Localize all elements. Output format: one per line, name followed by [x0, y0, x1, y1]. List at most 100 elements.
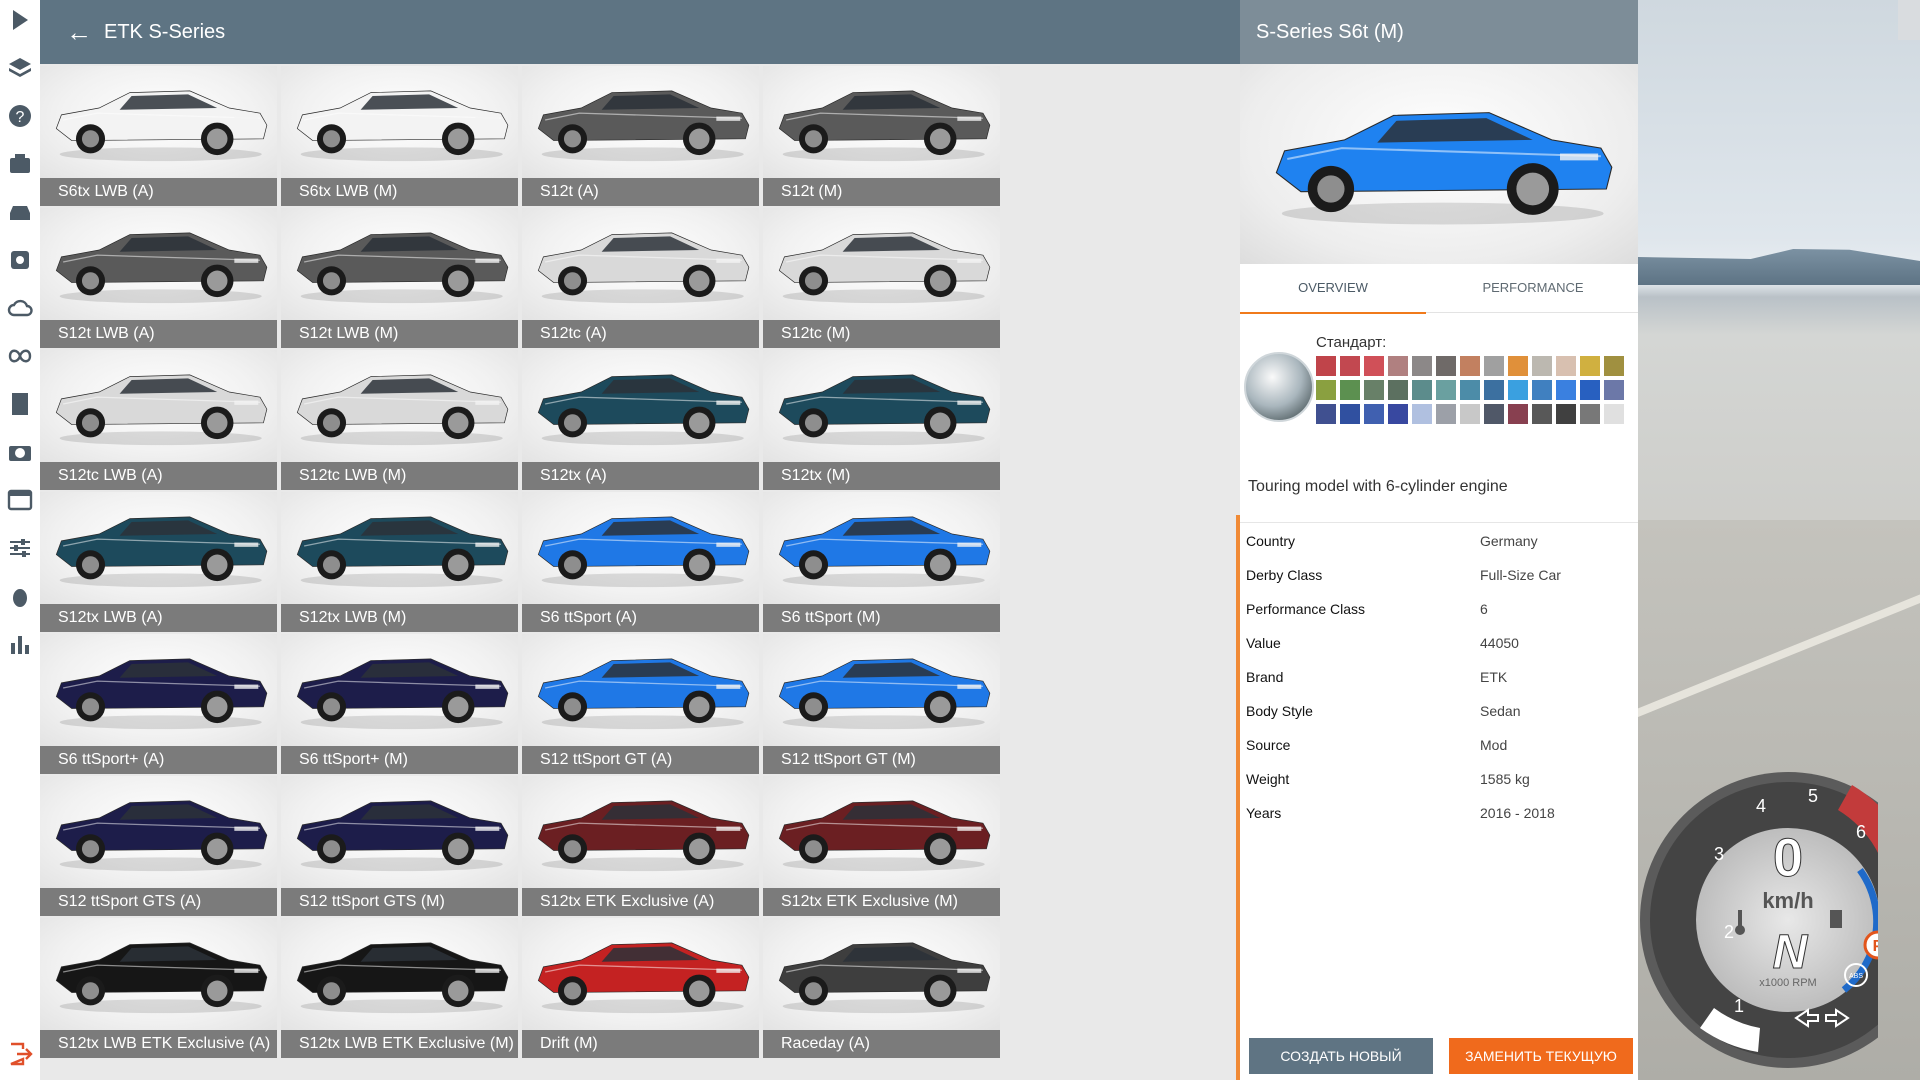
film-icon[interactable] [6, 390, 34, 418]
paint-swatch[interactable] [1484, 404, 1504, 424]
replace-current-button[interactable]: ЗАМЕНИТЬ ТЕКУЩУЮ [1449, 1038, 1633, 1074]
vehicle-tile[interactable]: S12t (M) [763, 66, 1000, 206]
vehicle-tile[interactable]: S12t (A) [522, 66, 759, 206]
vehicle-tile[interactable]: S12tx (M) [763, 350, 1000, 490]
paint-swatch[interactable] [1460, 380, 1480, 400]
vehicle-tile[interactable]: S12tc (M) [763, 208, 1000, 348]
paint-swatch[interactable] [1388, 404, 1408, 424]
vehicle-tile[interactable]: Drift (M) [522, 918, 759, 1058]
vehicle-list-title: ETK S-Series [104, 20, 226, 43]
vehicle-tile-label: S6 ttSport+ (M) [281, 746, 518, 774]
layers-icon[interactable] [6, 54, 34, 82]
paint-swatch[interactable] [1604, 404, 1624, 424]
paint-swatch[interactable] [1388, 380, 1408, 400]
vehicle-tile[interactable]: S12tx ETK Exclusive (M) [763, 776, 1000, 916]
vehicle-tile[interactable]: S12tc LWB (A) [40, 350, 277, 490]
paint-swatch[interactable] [1436, 380, 1456, 400]
paint-swatch[interactable] [1580, 404, 1600, 424]
vehicle-thumbnail [522, 918, 759, 1030]
arrow-left-icon[interactable]: ← [66, 19, 92, 45]
paint-swatch[interactable] [1508, 356, 1528, 376]
vehicle-tile[interactable]: S6tx LWB (M) [281, 66, 518, 206]
vehicle-tile[interactable]: S12 ttSport GTS (A) [40, 776, 277, 916]
paint-swatch[interactable] [1364, 356, 1384, 376]
paint-swatch[interactable] [1460, 404, 1480, 424]
vehicle-tile[interactable]: S12tx LWB ETK Exclusive (A) [40, 918, 277, 1058]
vehicle-tile[interactable]: Raceday (A) [763, 918, 1000, 1058]
vehicle-thumbnail [40, 350, 277, 462]
vehicle-tile[interactable]: S12tx LWB (M) [281, 492, 518, 632]
window-corner-button[interactable] [1898, 0, 1920, 40]
cloud-icon[interactable] [6, 294, 34, 322]
vehicle-tile-label: S6 ttSport (A) [522, 604, 759, 632]
tab-performance[interactable]: PERFORMANCE [1440, 264, 1626, 312]
camera-icon[interactable] [6, 438, 34, 466]
paint-swatch[interactable] [1484, 356, 1504, 376]
vehicle-tile[interactable]: S12tc LWB (M) [281, 350, 518, 490]
paint-swatch[interactable] [1436, 356, 1456, 376]
window-icon[interactable] [6, 486, 34, 514]
paint-swatch[interactable] [1532, 380, 1552, 400]
paint-swatch[interactable] [1508, 404, 1528, 424]
vehicle-tile[interactable]: S12 ttSport GTS (M) [281, 776, 518, 916]
vehicle-tile[interactable]: S12 ttSport GT (M) [763, 634, 1000, 774]
paint-swatch[interactable] [1364, 380, 1384, 400]
bug-icon[interactable] [6, 582, 34, 610]
paint-swatch[interactable] [1556, 356, 1576, 376]
paint-swatch[interactable] [1460, 356, 1480, 376]
settings-icon[interactable] [6, 246, 34, 274]
exit-icon[interactable] [6, 1040, 34, 1068]
infinity-icon[interactable] [6, 342, 34, 370]
vehicle-tile[interactable]: S6 ttSport+ (A) [40, 634, 277, 774]
paint-swatch[interactable] [1388, 356, 1408, 376]
paint-swatch[interactable] [1556, 404, 1576, 424]
property-row: Source Mod [1240, 727, 1638, 761]
vehicle-tile[interactable]: S12t LWB (M) [281, 208, 518, 348]
paint-swatch[interactable] [1412, 404, 1432, 424]
rpm-tick-2: 2 [1724, 922, 1734, 942]
video-icon[interactable] [6, 150, 34, 178]
sliders-icon[interactable] [6, 534, 34, 562]
vehicle-tile[interactable]: S12tx ETK Exclusive (A) [522, 776, 759, 916]
speed-readout: 0 [1773, 828, 1803, 888]
paint-swatch[interactable] [1484, 380, 1504, 400]
paint-swatch[interactable] [1556, 380, 1576, 400]
paint-swatch[interactable] [1340, 380, 1360, 400]
paint-swatch[interactable] [1316, 404, 1336, 424]
tab-overview[interactable]: OVERVIEW [1240, 264, 1426, 314]
create-new-button[interactable]: СОЗДАТЬ НОВЫЙ [1249, 1038, 1433, 1074]
bar-chart-icon[interactable] [6, 630, 34, 658]
help-icon[interactable]: ? [6, 102, 34, 130]
vehicle-tile-label: S12tc LWB (A) [40, 462, 277, 490]
play-icon[interactable] [6, 6, 34, 34]
paint-swatch[interactable] [1532, 404, 1552, 424]
vehicle-tile[interactable]: S12tc (A) [522, 208, 759, 348]
paint-swatch[interactable] [1436, 404, 1456, 424]
paint-swatch[interactable] [1580, 356, 1600, 376]
vehicle-tile[interactable]: S6tx LWB (A) [40, 66, 277, 206]
vehicle-tile[interactable]: S12t LWB (A) [40, 208, 277, 348]
vehicle-tile[interactable]: S6 ttSport (M) [763, 492, 1000, 632]
vehicle-tile-label: S12t (M) [763, 178, 1000, 206]
paint-swatch[interactable] [1364, 404, 1384, 424]
vehicle-tile[interactable]: S12tx LWB (A) [40, 492, 277, 632]
vehicle-tile[interactable]: S12tx LWB ETK Exclusive (M) [281, 918, 518, 1058]
paint-swatch[interactable] [1340, 356, 1360, 376]
vehicle-tile[interactable]: S6 ttSport (A) [522, 492, 759, 632]
vehicle-tile[interactable]: S6 ttSport+ (M) [281, 634, 518, 774]
car-icon[interactable] [6, 198, 34, 226]
paint-swatch[interactable] [1412, 356, 1432, 376]
vehicle-tile[interactable]: S12 ttSport GT (A) [522, 634, 759, 774]
property-row: Body Style Sedan [1240, 693, 1638, 727]
paint-swatch[interactable] [1340, 404, 1360, 424]
paint-swatch[interactable] [1532, 356, 1552, 376]
paint-swatch[interactable] [1604, 380, 1624, 400]
paint-swatch[interactable] [1508, 380, 1528, 400]
property-row: Value 44050 [1240, 625, 1638, 659]
paint-swatch[interactable] [1604, 356, 1624, 376]
vehicle-tile[interactable]: S12tx (A) [522, 350, 759, 490]
paint-swatch[interactable] [1412, 380, 1432, 400]
paint-swatch[interactable] [1316, 356, 1336, 376]
paint-swatch[interactable] [1316, 380, 1336, 400]
paint-swatch[interactable] [1580, 380, 1600, 400]
